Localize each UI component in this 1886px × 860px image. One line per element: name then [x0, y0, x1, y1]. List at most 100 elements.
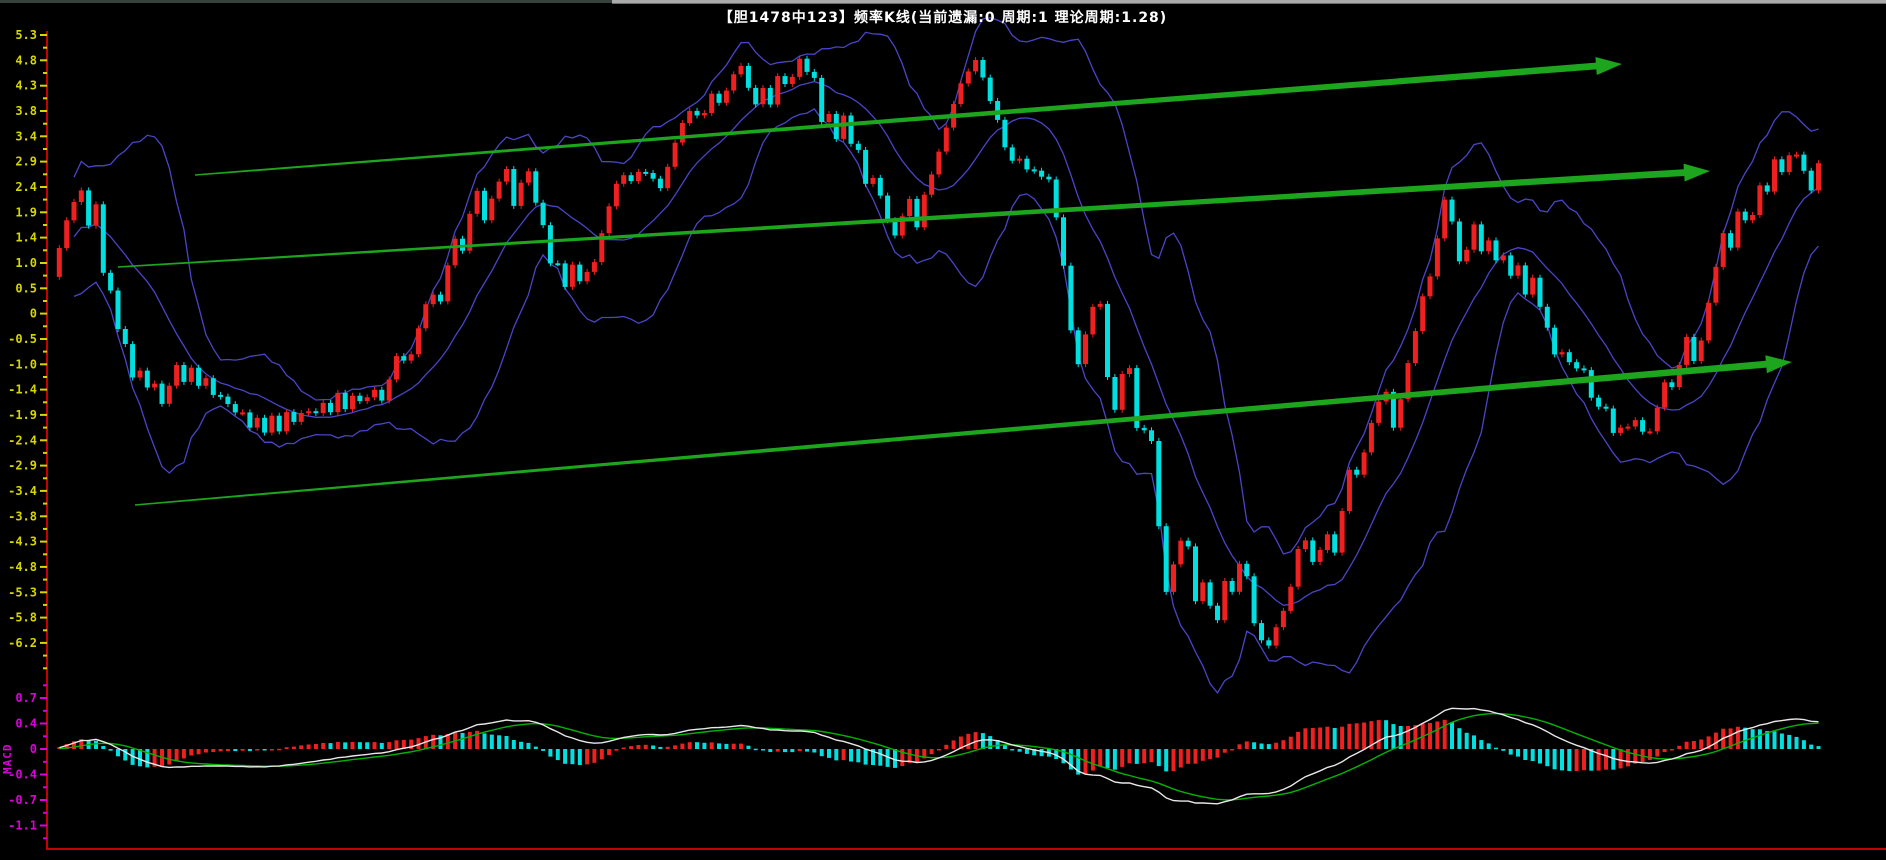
- macd-histogram-bar: [1538, 749, 1542, 764]
- macd-histogram-bar: [1487, 743, 1491, 749]
- axis-tick-label: -1.4: [8, 383, 37, 397]
- candle-body: [174, 365, 179, 386]
- candle-body: [57, 248, 62, 277]
- candle-body: [878, 178, 883, 196]
- candle-body: [1691, 337, 1696, 361]
- macd-histogram-bar: [790, 749, 794, 752]
- candle-body: [64, 220, 69, 248]
- macd-histogram-bar: [556, 749, 560, 760]
- macd-histogram-bar: [739, 744, 743, 749]
- candle-body: [225, 397, 230, 404]
- macd-histogram-bar: [614, 749, 618, 751]
- macd-histogram-bar: [1663, 749, 1667, 752]
- macd-histogram-bar: [849, 749, 853, 762]
- candle-body: [548, 225, 553, 263]
- macd-histogram-bar: [270, 749, 274, 751]
- candle-body: [555, 263, 560, 265]
- candle-body: [196, 368, 201, 386]
- candle-body: [1127, 368, 1132, 374]
- candle-body: [988, 78, 993, 101]
- macd-histogram-bar: [1208, 749, 1212, 759]
- macd-histogram-bar: [1172, 749, 1176, 771]
- candle-body: [1083, 334, 1088, 364]
- macd-histogram-bar: [1780, 734, 1784, 750]
- candle-body: [1662, 382, 1667, 407]
- axis-tick-label: -4.3: [8, 535, 37, 549]
- trend-arrow: [195, 57, 1622, 176]
- candle-body: [1757, 185, 1762, 215]
- candle-body: [827, 114, 832, 122]
- macd-histogram-bar: [1223, 749, 1227, 753]
- macd-histogram-bar: [1201, 749, 1205, 761]
- axis-tick-label: 1.0: [15, 256, 37, 270]
- axis-tick-label: 1.4: [15, 231, 37, 245]
- candle-body: [526, 171, 531, 182]
- candle-body: [614, 184, 619, 207]
- candle-body: [1171, 564, 1176, 592]
- macd-histogram-bar: [175, 749, 179, 761]
- macd-histogram-bar: [395, 740, 399, 749]
- candle-body: [1222, 581, 1227, 620]
- candle-body: [1699, 341, 1704, 362]
- macd-histogram-bar: [1509, 749, 1513, 755]
- candle-body: [1193, 546, 1198, 601]
- macd-histogram-bar: [526, 743, 530, 749]
- candle-body: [1735, 212, 1740, 248]
- candle-body: [1288, 587, 1293, 611]
- macd-histogram-bar: [299, 745, 303, 749]
- macd-histogram-bar: [1150, 749, 1154, 762]
- macd-histogram-bar: [1457, 728, 1461, 749]
- macd-histogram-bar: [673, 745, 677, 749]
- candle-body: [1457, 222, 1462, 262]
- candle-body: [1596, 398, 1601, 407]
- candle-body: [299, 413, 304, 422]
- candle-body: [783, 76, 788, 84]
- macd-histogram-bar: [387, 742, 391, 749]
- candle-body: [1589, 370, 1594, 398]
- axis-tick-label: -1.1: [8, 819, 37, 833]
- macd-histogram-bar: [1318, 728, 1322, 750]
- macd-histogram-bar: [94, 741, 98, 749]
- candle-body: [1017, 159, 1022, 161]
- macd-histogram-bar: [1479, 740, 1483, 749]
- candle-body: [1010, 147, 1015, 160]
- axis-tick-label: -4.8: [8, 560, 37, 574]
- candle-body: [401, 356, 406, 361]
- macd-histogram-bar: [695, 742, 699, 749]
- macd-histogram-bar: [827, 749, 831, 758]
- candle-body: [489, 199, 494, 221]
- macd-histogram-bar: [702, 743, 706, 749]
- macd-histogram-bar: [1340, 727, 1344, 749]
- candle-body: [936, 152, 941, 175]
- candle-body: [1200, 582, 1205, 601]
- macd-histogram-bar: [534, 747, 538, 749]
- candle-body: [863, 150, 868, 184]
- macd-histogram-bar: [1098, 749, 1102, 767]
- candle-body: [460, 239, 465, 251]
- candle-body: [1501, 255, 1506, 260]
- macd-histogram-bar: [1018, 749, 1022, 752]
- candle-body: [1112, 377, 1117, 410]
- kline-macd-chart[interactable]: 5.34.84.33.83.42.92.41.91.41.00.50-0.5-1…: [0, 0, 1886, 860]
- macd-histogram-bar: [167, 749, 171, 765]
- candle-body: [885, 196, 890, 221]
- macd-histogram-bar: [1773, 731, 1777, 749]
- macd-histogram-bar: [893, 749, 897, 768]
- candle-body: [1156, 441, 1161, 526]
- macd-histogram-bar: [461, 733, 465, 749]
- macd-histogram-bar: [307, 745, 311, 750]
- candle-body: [1582, 368, 1587, 370]
- macd-histogram-bar: [629, 746, 633, 749]
- macd-histogram-bar: [1333, 728, 1337, 749]
- axis-tick-label: -0.5: [8, 332, 37, 346]
- macd-histogram-bar: [483, 733, 487, 749]
- candle-body: [871, 178, 876, 184]
- macd-histogram-bar: [570, 749, 574, 764]
- candle-body: [856, 144, 861, 150]
- candle-body: [1640, 420, 1645, 432]
- candle-body: [563, 263, 568, 287]
- candle-body: [841, 116, 846, 139]
- macd-histogram-bar: [1010, 749, 1014, 751]
- macd-histogram-bar: [1817, 746, 1821, 749]
- candle-body: [1545, 307, 1550, 328]
